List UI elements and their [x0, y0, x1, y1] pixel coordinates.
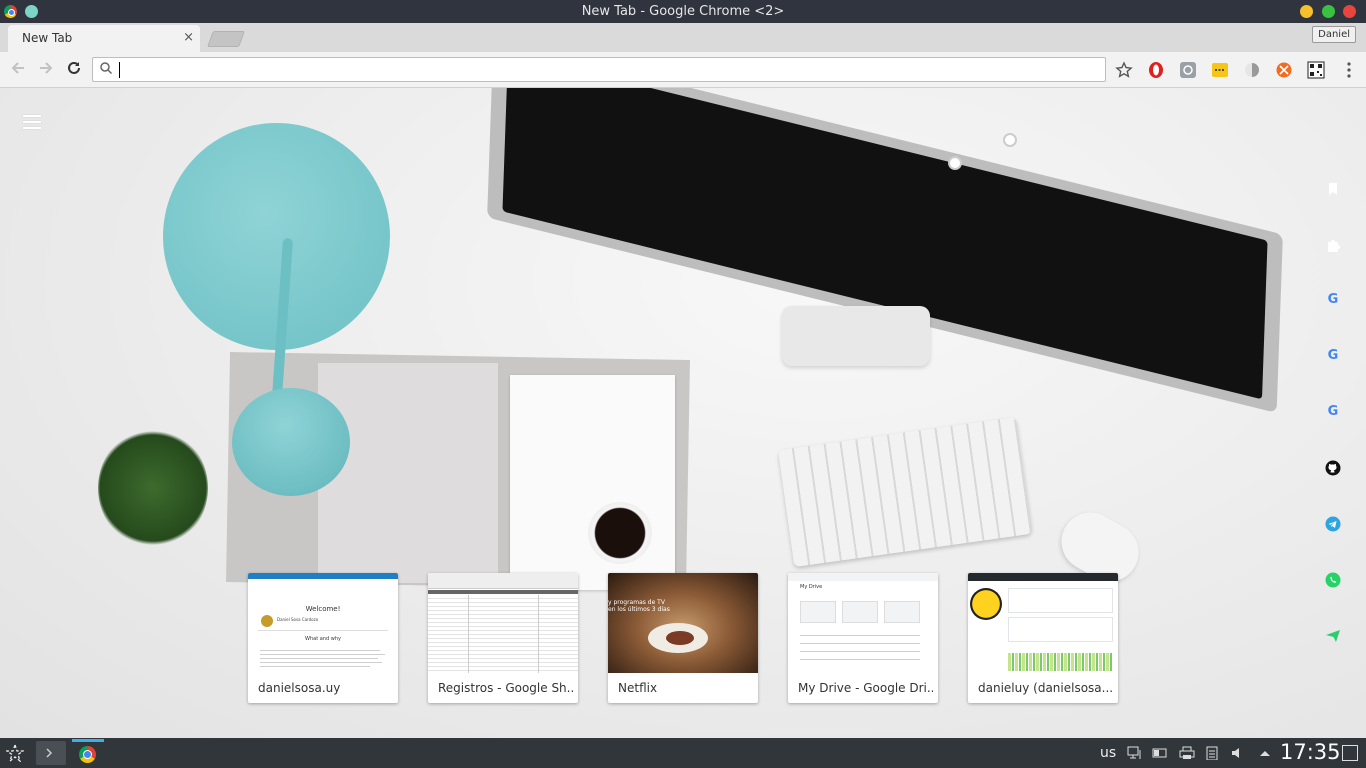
taskbar: us 17:35	[0, 738, 1366, 768]
qr-code-icon[interactable]	[1307, 61, 1325, 79]
tile-thumbnail	[968, 573, 1118, 673]
new-tab-button[interactable]	[207, 31, 245, 47]
battery-icon[interactable]	[1152, 746, 1168, 760]
thumb-heading: My Drive	[800, 584, 823, 590]
whatsapp-icon[interactable]	[1325, 572, 1341, 588]
puzzle-icon[interactable]	[1325, 237, 1341, 253]
google-icon[interactable]: G	[1325, 404, 1341, 420]
keyboard-layout-indicator[interactable]: us	[1100, 745, 1116, 761]
github-icon[interactable]	[1325, 460, 1341, 476]
paper-image	[318, 363, 498, 583]
tile-title: Registros - Google Sh...	[438, 681, 573, 695]
minimize-button[interactable]	[1300, 5, 1313, 18]
reload-button[interactable]	[64, 59, 84, 79]
tile-thumbnail: My Drive	[788, 573, 938, 673]
bookmark-star-icon[interactable]	[1115, 61, 1133, 79]
tile-title: danieluy (danielsosa...	[978, 681, 1113, 695]
tile-thumbnail: Welcome! Daniel Sosa Cardozo What and wh…	[248, 573, 398, 673]
profile-button[interactable]: Daniel	[1312, 26, 1356, 43]
most-visited-tile[interactable]: My Drive My Drive - Google Dri...	[788, 573, 938, 703]
tile-title: My Drive - Google Dri...	[798, 681, 933, 695]
atom-icon[interactable]	[1179, 61, 1197, 79]
thumb-text: en los últimos 3 días	[608, 606, 670, 613]
browser-toolbar	[0, 52, 1366, 88]
window-titlebar: New Tab - Google Chrome <2>	[0, 0, 1366, 23]
orange-extension-icon[interactable]	[1275, 61, 1293, 79]
tab-new-tab[interactable]: New Tab ×	[8, 25, 200, 52]
earbud-image	[1003, 133, 1017, 147]
arrow-right-icon	[40, 62, 53, 74]
omnibox-input[interactable]	[118, 60, 1098, 79]
volume-icon[interactable]	[1230, 746, 1246, 760]
window-title: New Tab - Google Chrome <2>	[581, 4, 785, 19]
coffee-cup-image	[588, 502, 652, 564]
thumb-subheading: What and why	[305, 636, 341, 642]
clock[interactable]: 17:35	[1280, 740, 1341, 764]
google-icon[interactable]: G	[1325, 348, 1341, 364]
plant-image	[98, 428, 208, 548]
network-icon[interactable]	[1127, 746, 1143, 760]
thumb-text: y programas de TV	[608, 599, 665, 606]
telegram-icon[interactable]	[1325, 516, 1341, 532]
taskbar-chrome-button[interactable]	[72, 739, 104, 768]
close-window-button[interactable]	[1343, 5, 1356, 18]
most-visited-tile[interactable]: y programas de TV en los últimos 3 días …	[608, 573, 758, 703]
tile-thumbnail: y programas de TV en los últimos 3 días	[608, 573, 758, 673]
omnibox[interactable]	[92, 57, 1106, 82]
tab-strip: New Tab × Daniel	[0, 23, 1366, 52]
forward-button[interactable]	[36, 59, 56, 79]
lamp-image	[163, 123, 390, 350]
tab-title: New Tab	[22, 31, 73, 45]
shade-icon[interactable]	[1243, 61, 1261, 79]
printer-icon[interactable]	[1179, 746, 1195, 760]
chrome-menu-icon[interactable]	[1340, 61, 1358, 79]
keyboard-image	[777, 416, 1033, 568]
most-visited-tile[interactable]: Welcome! Daniel Sosa Cardozo What and wh…	[248, 573, 398, 703]
tile-title: danielsosa.uy	[258, 681, 341, 695]
search-icon	[100, 62, 113, 75]
chrome-icon	[79, 746, 96, 763]
paper-image	[510, 375, 675, 590]
taskbar-terminal-button[interactable]	[36, 741, 66, 765]
most-visited-tile[interactable]: danieluy (danielsosa...	[968, 573, 1118, 703]
reload-icon	[68, 61, 80, 74]
app-launcher-icon[interactable]	[6, 744, 24, 762]
send-icon[interactable]	[1325, 627, 1341, 643]
opera-icon[interactable]	[1147, 61, 1165, 79]
terminal-icon	[46, 748, 53, 758]
arrow-left-icon	[11, 62, 24, 74]
chevron-up-icon[interactable]	[1257, 746, 1273, 760]
tile-thumbnail	[428, 573, 578, 673]
hamburger-icon[interactable]	[23, 115, 41, 129]
earbud-image	[948, 156, 962, 170]
most-visited-tile[interactable]: Registros - Google Sh...	[428, 573, 578, 703]
tile-title: Netflix	[618, 681, 658, 695]
maximize-button[interactable]	[1322, 5, 1335, 18]
back-button[interactable]	[8, 59, 28, 79]
new-tab-page: G G G Welcome! Daniel Sosa Cardozo What …	[0, 88, 1366, 738]
monitor-stand-image	[782, 306, 930, 366]
thumb-heading: Welcome!	[305, 605, 341, 613]
thumb-author: Daniel Sosa Cardozo	[277, 617, 319, 622]
lamp-base-image	[232, 388, 350, 496]
clipboard-icon[interactable]	[1204, 746, 1220, 760]
text-caret	[119, 62, 120, 78]
bookmark-icon[interactable]	[1325, 181, 1341, 197]
google-icon[interactable]: G	[1325, 292, 1341, 308]
yellow-notes-icon[interactable]	[1211, 61, 1229, 79]
show-desktop-icon[interactable]	[1342, 745, 1358, 761]
tab-close-icon[interactable]: ×	[183, 30, 194, 45]
